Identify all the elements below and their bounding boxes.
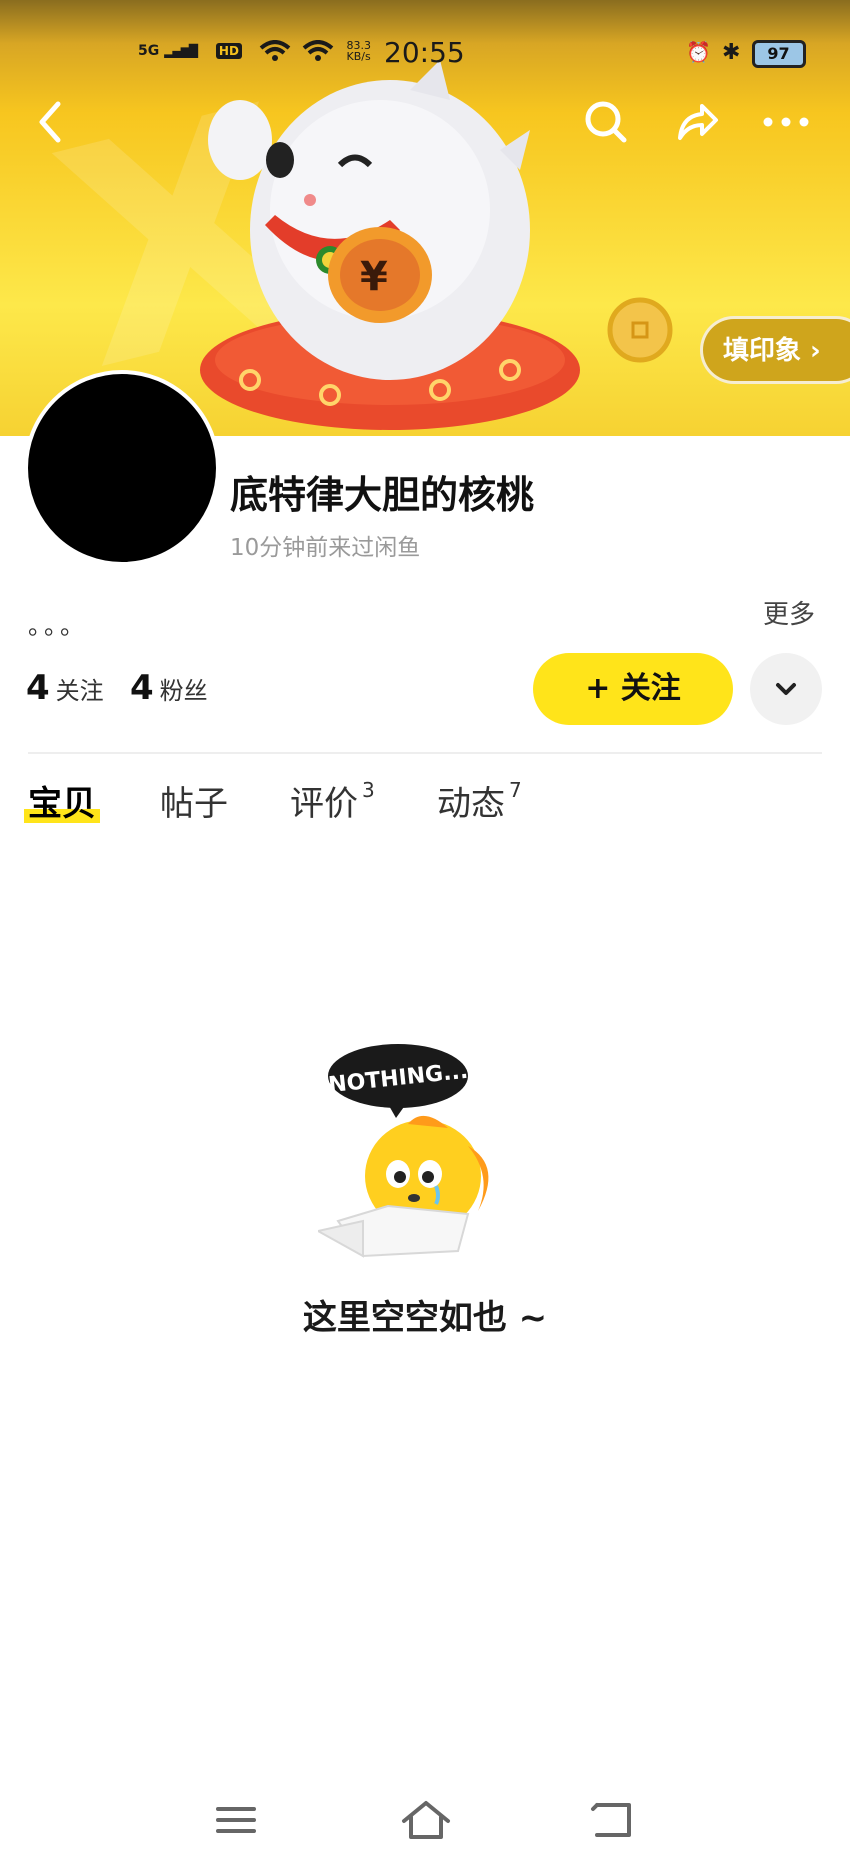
bluetooth-icon: ✱ [722,40,741,65]
chevron-down-icon [776,683,796,695]
tab-items[interactable]: 宝贝 [24,776,100,825]
tab-label: 帖子 [160,784,228,824]
empty-state-illustration: NOTHING... [318,1044,489,1258]
tab-label: 动态 [437,784,505,824]
followers-stat[interactable]: 4 粉丝 [130,668,208,708]
fill-impression-button[interactable]: 填印象 › [700,316,850,384]
gold-coin-icon [607,297,673,363]
empty-state-message: 这里空空如也 ~ [302,1298,548,1338]
svg-text:¥: ¥ [360,254,388,300]
share-icon[interactable] [666,92,726,152]
more-options-button[interactable] [750,653,822,725]
hd-badge: HD [215,43,242,59]
wifi-2-icon [302,40,333,61]
username: 底特律大胆的核桃 [230,473,535,517]
tab-posts[interactable]: 帖子 [160,776,228,825]
alarm-icon: ⏰ [686,40,711,64]
battery-indicator: 97 [751,40,806,68]
bio-text: 。。。 [28,612,88,640]
status-right-cluster: ⏰ ✱ 97 [686,40,806,68]
tab-reviews[interactable]: 评价 3 [290,776,375,825]
divider [28,752,822,754]
tab-label: 评价 [290,784,358,824]
last-seen-text: 10分钟前来过闲鱼 [230,535,421,561]
mascot-cat-illustration: ¥ [200,60,580,430]
status-bar: 5G ▂▄▆█ HD 83.3 KB/s 20:55 ⏰ ✱ 97 [0,30,850,78]
menu-icon[interactable] [206,1795,266,1845]
status-time: 20:55 [384,36,465,69]
search-icon[interactable] [576,92,636,152]
tab-badge: 3 [362,777,375,802]
tab-activity[interactable]: 动态 7 [437,776,522,825]
following-count: 4 [26,668,50,708]
following-stat[interactable]: 4 关注 [26,668,104,708]
more-dots-icon[interactable] [756,92,816,152]
chevron-left-icon[interactable] [22,92,82,152]
follow-button[interactable]: + 关注 [533,653,733,725]
following-label: 关注 [55,677,104,705]
tab-badge: 7 [509,777,522,802]
avatar[interactable] [24,370,220,566]
network-indicator: 5G [138,43,160,59]
more-link[interactable]: 更多 [763,594,815,631]
followers-label: 粉丝 [159,677,208,705]
tab-label: 宝贝 [28,784,96,824]
followers-count: 4 [130,668,154,708]
network-speed: 83.3 KB/s [346,39,372,63]
back-icon[interactable] [585,1795,645,1845]
wifi-icon [259,40,291,61]
status-left-cluster: 5G ▂▄▆█ HD 83.3 KB/s [138,39,372,63]
home-icon[interactable] [396,1795,456,1845]
